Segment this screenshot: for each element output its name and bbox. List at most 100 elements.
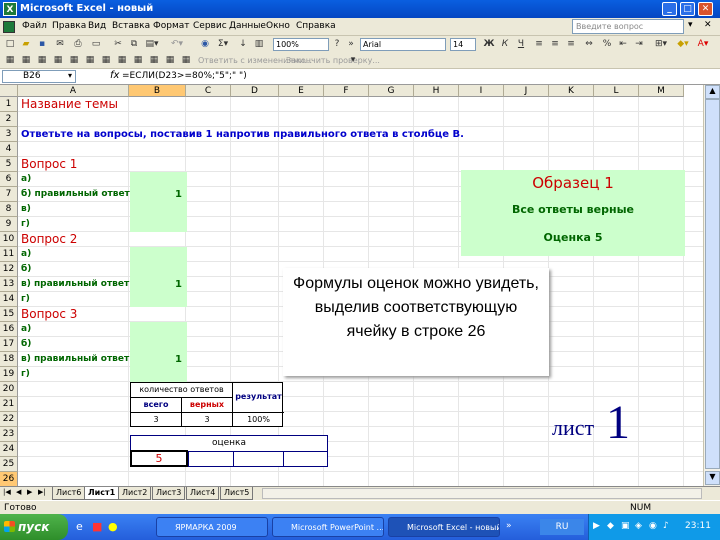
volume-icon[interactable]: ♪	[663, 521, 669, 531]
column-header-k[interactable]: K	[549, 85, 594, 97]
review-icon-6[interactable]: ▦	[83, 53, 97, 67]
menu-file[interactable]: Файл	[22, 21, 47, 31]
review-icon-10[interactable]: ▦	[147, 53, 161, 67]
question-2-heading[interactable]: Вопрос 2	[21, 232, 77, 247]
menu-help[interactable]: Справка	[296, 21, 336, 31]
tray-icon-4[interactable]: ◈	[635, 521, 642, 531]
answer-a-q1[interactable]: а)	[21, 172, 31, 187]
tray-icon-3[interactable]: ▣	[621, 521, 630, 531]
font-size-select[interactable]: 14	[450, 38, 476, 51]
tray-icon-1[interactable]: ▶	[593, 521, 600, 531]
align-center-icon[interactable]: ≡	[548, 37, 562, 51]
hyperlink-icon[interactable]: ◉	[198, 37, 212, 51]
next-sheet-icon[interactable]: ▶	[27, 488, 32, 496]
answer-a-q3[interactable]: а)	[21, 322, 31, 337]
review-icon-9[interactable]: ▦	[131, 53, 145, 67]
answer-d-q3[interactable]: г)	[21, 367, 30, 382]
row-header-19[interactable]: 19	[0, 367, 18, 382]
menu-view[interactable]: Вид	[88, 21, 106, 31]
toolbar-options-icon[interactable]: »	[346, 37, 356, 51]
open-icon[interactable]: ▰	[19, 37, 33, 51]
end-review-button[interactable]: Закончить проверку...	[286, 56, 380, 65]
permission-icon[interactable]: ✉	[53, 37, 67, 51]
row-header-14[interactable]: 14	[0, 292, 18, 307]
close-workbook-icon[interactable]: ✕	[704, 20, 712, 30]
review-icon-2[interactable]: ▦	[19, 53, 33, 67]
row-header-22[interactable]: 22	[0, 412, 18, 427]
formula-input[interactable]: =ЕСЛИ(D23>=80%;"5";" ")	[122, 71, 247, 81]
new-icon[interactable]: □	[3, 37, 17, 51]
row-header-13[interactable]: 13	[0, 277, 18, 292]
fill-color-icon[interactable]: ◆▾	[674, 37, 692, 51]
row-header-6[interactable]: 6	[0, 172, 18, 187]
column-header-c[interactable]: C	[186, 85, 231, 97]
sort-ascending-icon[interactable]: ↓	[236, 37, 250, 51]
percent-value[interactable]: 100%	[232, 413, 284, 427]
row-header-3[interactable]: 3	[0, 127, 18, 142]
bold-icon[interactable]: Ж	[482, 37, 496, 51]
column-header-g[interactable]: G	[369, 85, 414, 97]
row-header-12[interactable]: 12	[0, 262, 18, 277]
row-header-11[interactable]: 11	[0, 247, 18, 262]
start-button[interactable]: пуск	[0, 514, 68, 540]
review-icon-4[interactable]: ▦	[51, 53, 65, 67]
menu-format[interactable]: Формат	[153, 21, 190, 31]
column-header-j[interactable]: J	[504, 85, 549, 97]
excel-icon[interactable]: X	[3, 2, 17, 16]
chevron-down-icon[interactable]: ▾	[688, 20, 693, 30]
answer-value-q3[interactable]: 1	[175, 352, 182, 367]
minimize-button[interactable]: _	[662, 2, 677, 16]
row-header-18[interactable]: 18	[0, 352, 18, 367]
increase-indent-icon[interactable]: ⇥	[632, 37, 646, 51]
answer-area-q1[interactable]	[130, 172, 187, 232]
autosum-icon[interactable]: Σ▾	[214, 37, 232, 51]
cut-icon[interactable]: ✂	[111, 37, 125, 51]
row-header-26[interactable]: 26	[0, 472, 18, 486]
review-icon-7[interactable]: ▦	[99, 53, 113, 67]
task-yarmarka[interactable]: ЯРМАРКА 2009	[156, 517, 268, 537]
review-icon-1[interactable]: ▦	[3, 53, 17, 67]
tab-sheet3[interactable]: Лист3	[152, 487, 186, 500]
name-box-dropdown-icon[interactable]: ▾	[68, 71, 72, 80]
align-right-icon[interactable]: ≡	[564, 37, 578, 51]
total-header[interactable]: всего	[131, 398, 182, 413]
answers-count-header[interactable]: количество ответов	[131, 383, 232, 398]
row-header-8[interactable]: 8	[0, 202, 18, 217]
last-sheet-icon[interactable]: ▶|	[38, 488, 46, 496]
quicklaunch-ie-icon[interactable]: e	[76, 520, 83, 533]
task-excel[interactable]: Microsoft Excel - новый	[388, 517, 500, 537]
taskbar-overflow-icon[interactable]: »	[506, 521, 512, 531]
question-1-heading[interactable]: Вопрос 1	[21, 157, 77, 172]
question-3-heading[interactable]: Вопрос 3	[21, 307, 77, 322]
column-header-h[interactable]: H	[414, 85, 459, 97]
scroll-up-icon[interactable]: ▲	[705, 85, 720, 99]
row-header-25[interactable]: 25	[0, 457, 18, 472]
horizontal-scrollbar[interactable]	[262, 488, 702, 499]
correct-value[interactable]: 3	[182, 413, 232, 427]
column-header-m[interactable]: M	[639, 85, 684, 97]
formula-note-textbox[interactable]: Формулы оценок можно увидеть, выделив со…	[283, 268, 549, 376]
tray-icon-5[interactable]: ◉	[649, 521, 657, 531]
grade-cell-b26[interactable]: 5	[130, 450, 188, 467]
row-header-23[interactable]: 23	[0, 427, 18, 442]
scroll-down-icon[interactable]: ▼	[705, 471, 720, 485]
answer-b-q3[interactable]: б)	[21, 337, 31, 352]
zoom-select[interactable]: 100%	[273, 38, 329, 51]
row-header-1[interactable]: 1	[0, 97, 18, 112]
first-sheet-icon[interactable]: |◀	[3, 488, 11, 496]
maximize-button[interactable]: □	[680, 2, 695, 16]
merge-icon[interactable]: ⇔	[582, 37, 596, 51]
answer-b-q1[interactable]: б) правильный ответ	[21, 187, 130, 202]
answer-d-q1[interactable]: г)	[21, 217, 30, 232]
row-header-21[interactable]: 21	[0, 397, 18, 412]
scroll-thumb[interactable]	[705, 99, 720, 469]
answer-c-q2[interactable]: в) правильный ответ	[21, 277, 129, 292]
row-header-4[interactable]: 4	[0, 142, 18, 157]
tab-sheet6[interactable]: Лист6	[52, 487, 86, 500]
row-header-20[interactable]: 20	[0, 382, 18, 397]
answer-b-q2[interactable]: б)	[21, 262, 31, 277]
decrease-indent-icon[interactable]: ⇤	[616, 37, 630, 51]
answer-c-q1[interactable]: в)	[21, 202, 31, 217]
column-header-l[interactable]: L	[594, 85, 639, 97]
column-header-a[interactable]: A	[18, 85, 129, 97]
